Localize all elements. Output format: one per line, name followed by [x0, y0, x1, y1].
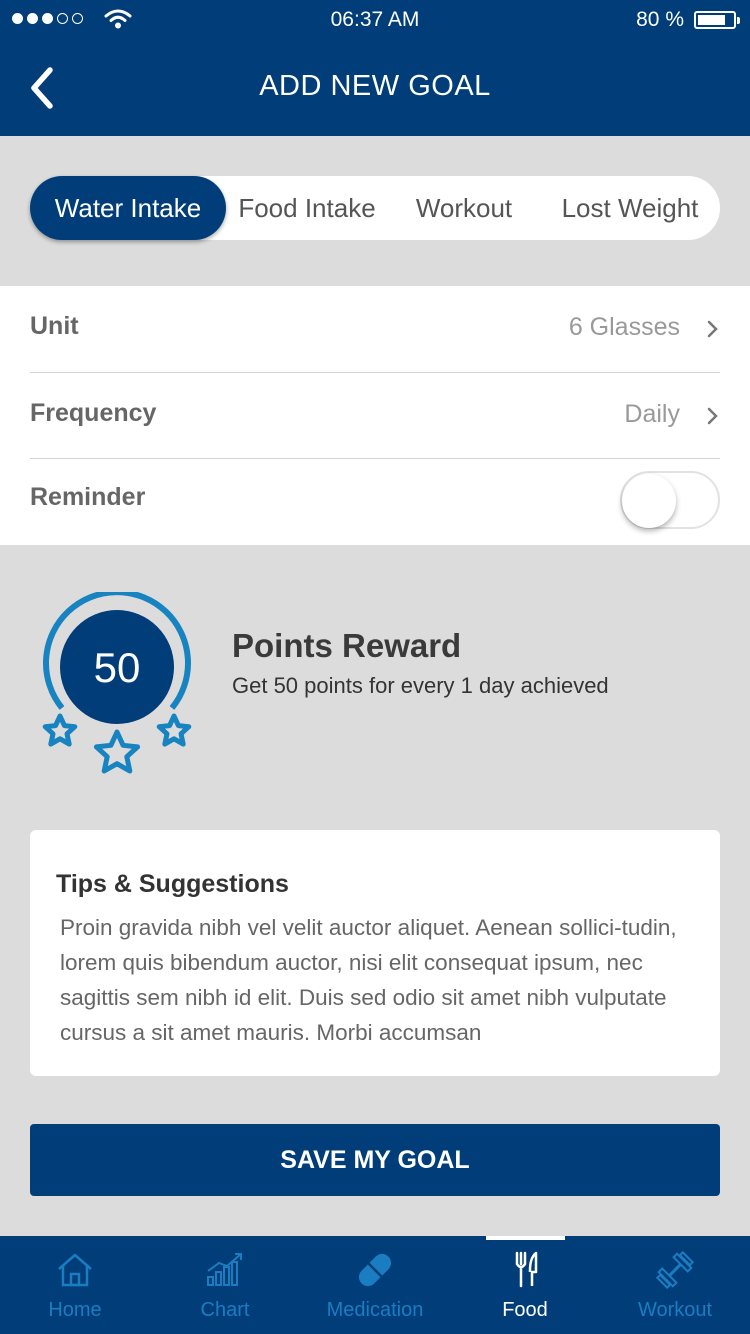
tips-title: Tips & Suggestions [56, 870, 289, 898]
segment-food-intake[interactable]: Food Intake [226, 176, 388, 240]
frequency-label: Frequency [30, 399, 157, 427]
tab-label: Food [502, 1299, 548, 1321]
segment-workout[interactable]: Workout [388, 176, 540, 240]
chevron-right-icon [707, 320, 718, 338]
reminder-row: Reminder [30, 459, 720, 545]
frequency-row[interactable]: Frequency Daily [30, 373, 720, 458]
segment-lost-weight[interactable]: Lost Weight [540, 176, 720, 240]
battery-percentage: 80 % [636, 8, 684, 31]
chart-icon [207, 1253, 242, 1286]
tab-bar: Home Chart Medication Food Workout [0, 1236, 750, 1334]
tab-label: Workout [637, 1299, 713, 1321]
chevron-right-icon [707, 407, 718, 425]
fork-knife-icon [515, 1251, 538, 1288]
goal-settings-list: Unit 6 Glasses Frequency Daily Reminder [0, 286, 750, 545]
reminder-toggle[interactable] [620, 471, 720, 529]
tab-home[interactable]: Home [0, 1236, 150, 1334]
reward-subtitle: Get 50 points for every 1 day achieved [232, 673, 609, 698]
tab-label: Medication [326, 1299, 424, 1321]
battery-icon [694, 11, 740, 29]
frequency-value: Daily [624, 400, 680, 428]
points-badge-icon: 50 [42, 592, 192, 774]
unit-label: Unit [30, 312, 79, 340]
tab-chart[interactable]: Chart [150, 1236, 300, 1334]
tab-medication[interactable]: Medication [300, 1236, 450, 1334]
reward-title: Points Reward [232, 627, 462, 664]
dumbbell-icon [655, 1250, 695, 1290]
tab-food[interactable]: Food [450, 1236, 600, 1334]
tab-label: Chart [200, 1299, 250, 1321]
tips-card: Tips & Suggestions Proin gravida nibh ve… [30, 830, 720, 1076]
reminder-label: Reminder [30, 483, 146, 511]
home-icon [58, 1253, 92, 1287]
toggle-knob [622, 474, 676, 528]
tab-label: Home [48, 1299, 102, 1321]
navigation-bar: ADD NEW GOAL [0, 40, 750, 136]
pill-icon [358, 1253, 392, 1287]
unit-row[interactable]: Unit 6 Glasses [30, 286, 720, 372]
status-bar: 06:37 AM 80 % [0, 0, 750, 40]
page-title: ADD NEW GOAL [259, 70, 491, 102]
save-goal-button[interactable]: SAVE MY GOAL [30, 1124, 720, 1196]
goal-type-segmented-control: Water Intake Food Intake Workout Lost We… [30, 176, 720, 240]
unit-value: 6 Glasses [568, 313, 680, 341]
points-value: 50 [94, 644, 141, 691]
tab-workout[interactable]: Workout [600, 1236, 750, 1334]
active-tab-indicator [486, 1236, 565, 1240]
segment-water-intake[interactable]: Water Intake [30, 176, 226, 240]
tips-body: Proin gravida nibh vel velit auctor aliq… [60, 915, 677, 1045]
